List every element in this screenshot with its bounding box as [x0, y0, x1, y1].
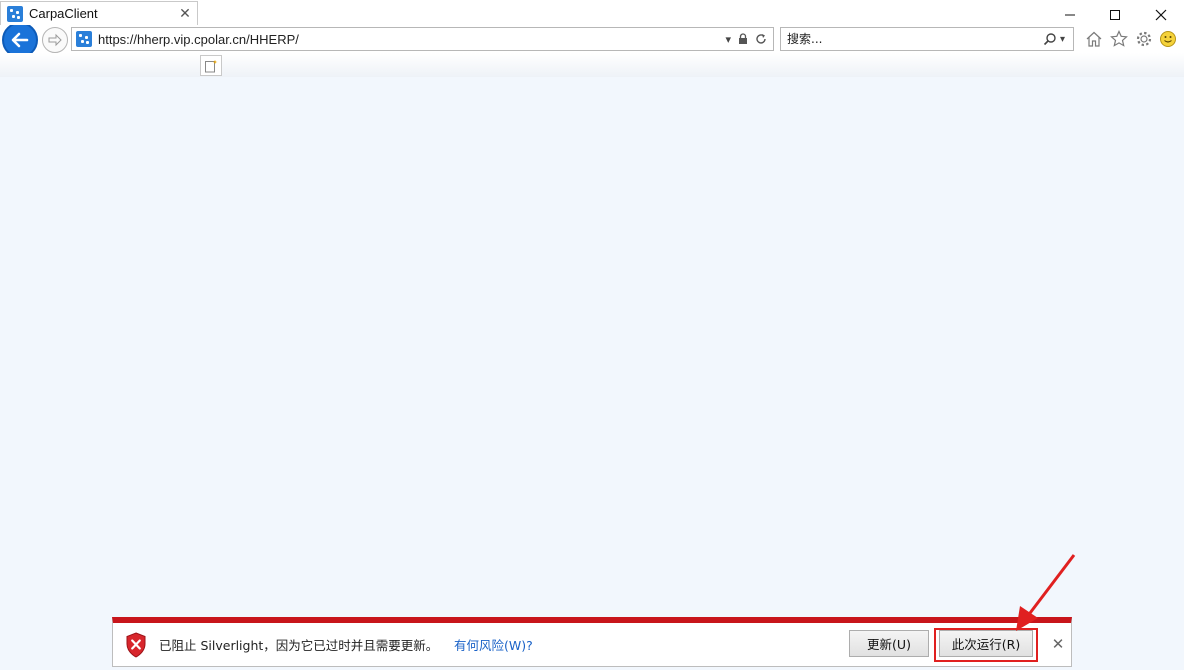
minimize-icon [1065, 14, 1075, 16]
forward-button[interactable] [42, 27, 68, 53]
maximize-icon [1110, 10, 1120, 20]
lock-icon[interactable] [737, 33, 749, 45]
favorites-button[interactable] [1108, 28, 1130, 50]
feedback-button[interactable] [1157, 28, 1179, 50]
tab-close-icon[interactable]: ✕ [177, 6, 193, 22]
address-bar[interactable]: https://hherp.vip.cpolar.cn/HHERP/ ▾ [71, 27, 774, 51]
new-tab-button[interactable] [200, 55, 222, 76]
dropdown-icon[interactable]: ▾ [725, 33, 731, 46]
close-window-button[interactable] [1149, 4, 1173, 26]
favorites-star-icon [1110, 30, 1128, 47]
search-dropdown-icon[interactable]: ▾ [1060, 34, 1065, 45]
notification-message: 已阻止 Silverlight，因为它已过时并且需要更新。 [159, 638, 439, 653]
forward-arrow-icon [48, 33, 62, 47]
refresh-icon[interactable] [755, 33, 767, 45]
url-text[interactable]: https://hherp.vip.cpolar.cn/HHERP/ [98, 32, 725, 47]
search-box[interactable]: ▾ [780, 27, 1074, 51]
page-content [0, 77, 1184, 670]
minimize-button[interactable] [1058, 4, 1082, 26]
risk-link[interactable]: 有何风险(W)? [454, 635, 533, 654]
notification-close-icon[interactable]: ✕ [1050, 635, 1066, 653]
home-button[interactable] [1083, 28, 1105, 50]
tab-title: CarpaClient [29, 6, 98, 21]
back-arrow-icon [11, 32, 29, 48]
notification-bar: 已阻止 Silverlight，因为它已过时并且需要更新。 有何风险(W)? 更… [112, 617, 1072, 667]
close-icon [1155, 9, 1167, 21]
run-button-highlight [934, 628, 1038, 662]
tools-gear-icon [1136, 31, 1152, 47]
search-icon[interactable] [1043, 32, 1057, 46]
blocked-shield-icon [126, 632, 146, 658]
search-input[interactable] [787, 29, 1043, 49]
tab-strip [0, 53, 1184, 77]
feedback-smiley-icon [1160, 31, 1176, 47]
site-favicon-icon [76, 31, 92, 47]
update-button[interactable]: 更新(U) [849, 630, 929, 657]
tools-button[interactable] [1133, 28, 1155, 50]
home-icon [1086, 31, 1102, 47]
maximize-button[interactable] [1103, 4, 1127, 26]
tab-favicon-icon [7, 5, 23, 22]
tab-carpaclient[interactable]: CarpaClient ✕ [0, 1, 198, 25]
new-tab-icon [205, 59, 218, 72]
